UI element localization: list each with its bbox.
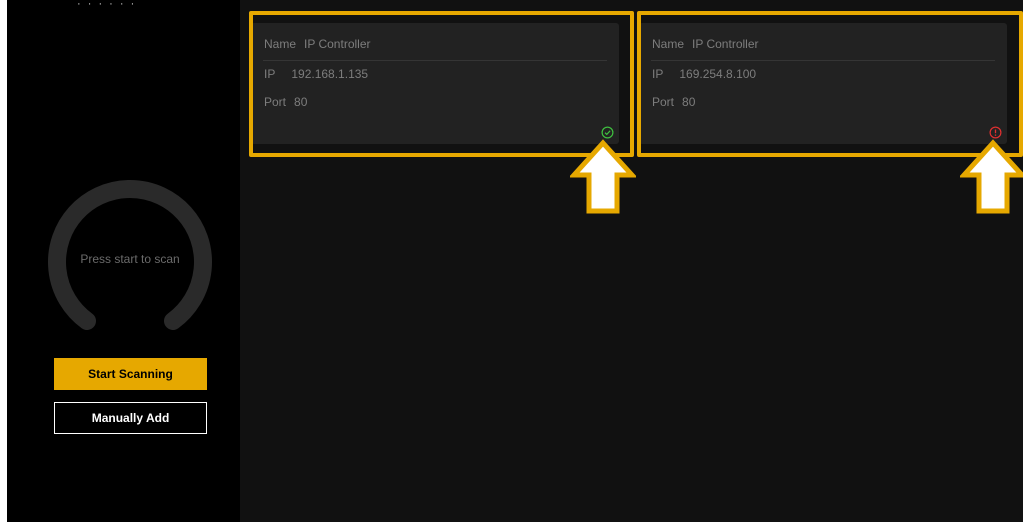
sidebar: · · · · · · Press start to scan Start Sc… xyxy=(7,0,240,522)
scan-status-text: Press start to scan xyxy=(80,252,180,266)
scan-progress-gauge: Press start to scan xyxy=(44,180,216,352)
arrow-up-icon xyxy=(570,139,636,214)
gauge-ring xyxy=(48,180,212,330)
manually-add-button[interactable]: Manually Add xyxy=(54,402,207,434)
highlight-box xyxy=(249,11,634,157)
highlight-box xyxy=(637,11,1023,157)
window-title: · · · · · · xyxy=(77,0,137,10)
device-list: Name IP Controller IP 192.168.1.135 Port 80… xyxy=(240,0,1023,522)
arrow-up-icon xyxy=(960,139,1023,214)
start-scanning-button[interactable]: Start Scanning xyxy=(54,358,207,390)
